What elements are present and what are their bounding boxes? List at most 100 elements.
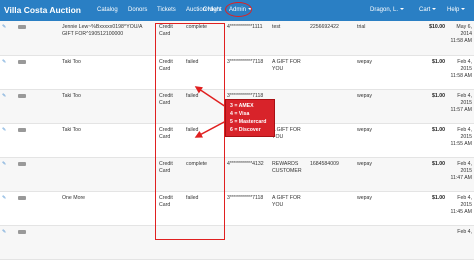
gateway: trial <box>355 21 412 56</box>
nav-donors[interactable]: Donors <box>128 0 147 21</box>
amount: $1.00 <box>412 55 447 90</box>
cart-link[interactable]: Cart <box>419 0 437 21</box>
edit-icon[interactable]: ✎ <box>0 225 16 260</box>
payment-method: Credit Card <box>157 55 184 90</box>
payment-status: complete <box>184 21 225 56</box>
gateway <box>355 225 412 260</box>
order-row: ✎ Credit Card complete 4***********4132 REWA… <box>0 157 474 192</box>
order-row: ✎ Feb 4, <box>0 225 474 260</box>
help-link[interactable]: Help <box>447 0 466 21</box>
payment-status: failed <box>184 89 225 124</box>
gateway: wepay <box>355 191 412 226</box>
edit-icon[interactable]: ✎ <box>0 21 16 56</box>
order-note: test <box>270 21 308 56</box>
order-row: ✎ One More Credit Card failed 3***********71… <box>0 191 474 226</box>
buyer-name: Jennie Lew~%Bxxxxx0198^YOU/A GIFT FOR^19… <box>60 21 157 56</box>
order-date: Feb 4, 2015 11:47 AM <box>447 157 474 192</box>
edit-icon[interactable]: ✎ <box>0 157 16 192</box>
legend-line-visa: 4 = Visa <box>230 111 250 117</box>
status-pill <box>16 21 60 56</box>
legend-line-discover: 6 = Discover <box>230 127 261 133</box>
brand-link[interactable]: Villa Costa Auction <box>4 0 81 21</box>
amount <box>412 225 447 260</box>
amount: $1.00 <box>412 157 447 192</box>
amount: $1.00 <box>412 123 447 158</box>
payment-method: Credit Card <box>157 21 184 56</box>
status-pill <box>16 157 60 192</box>
order-row: ✎ Jennie Lew~%Bxxxxx0198^YOU/A GIFT FOR^1… <box>0 21 474 56</box>
status-pill <box>16 191 60 226</box>
card-number: 3***********7118 <box>225 55 270 90</box>
payment-method <box>157 225 184 260</box>
transaction-ref: 1684584009 <box>308 157 355 192</box>
pill-icon <box>18 195 26 200</box>
gateway: wepay <box>355 89 412 124</box>
nav-orders[interactable]: Orders <box>203 0 221 21</box>
gateway: wepay <box>355 123 412 158</box>
card-number: 4***********4132 <box>225 157 270 192</box>
pill-icon <box>18 25 26 29</box>
payment-status <box>184 225 225 260</box>
order-note <box>270 89 308 124</box>
buyer-name <box>60 225 157 260</box>
edit-icon[interactable]: ✎ <box>0 55 16 90</box>
order-note: A GIFT FOR YOU <box>270 191 308 226</box>
payment-status: failed <box>184 123 225 158</box>
payment-status: failed <box>184 191 225 226</box>
gateway: wepay <box>355 157 412 192</box>
user-name: Dragon, L. <box>370 7 399 13</box>
status-pill <box>16 225 60 260</box>
top-navbar: Villa Costa Auction Catalog Donors Ticke… <box>0 0 474 22</box>
legend-line-amex: 3 = AMEX <box>230 103 254 109</box>
nav-catalog[interactable]: Catalog <box>97 0 118 21</box>
amount: $1.00 <box>412 191 447 226</box>
chevron-down-icon <box>461 8 466 11</box>
transaction-ref <box>308 89 355 124</box>
card-number <box>225 225 270 260</box>
card-type-legend: 3 = AMEX 4 = Visa 5 = Mastercard 6 = Dis… <box>225 99 275 137</box>
nav-tickets[interactable]: Tickets <box>157 0 176 21</box>
status-pill <box>16 123 60 158</box>
admin-highlight-circle <box>225 2 252 17</box>
order-date: Feb 4, 2015 11:45 AM <box>447 191 474 226</box>
order-date: Feb 4, 2015 11:58 AM <box>447 55 474 90</box>
card-number: 4***********1111 <box>225 21 270 56</box>
pill-icon <box>18 93 26 98</box>
edit-icon[interactable]: ✎ <box>0 89 16 124</box>
user-menu[interactable]: Dragon, L. <box>370 0 405 21</box>
edit-icon[interactable]: ✎ <box>0 191 16 226</box>
order-date: Feb 4, 2015 11:55 AM <box>447 123 474 158</box>
order-note: A GIFT FOR YOU <box>270 55 308 90</box>
order-note <box>270 225 308 260</box>
transaction-ref <box>308 123 355 158</box>
order-date: May 6, 2014 11:58 AM <box>447 21 474 56</box>
gateway: wepay <box>355 55 412 90</box>
orders-table: ✎ Jennie Lew~%Bxxxxx0198^YOU/A GIFT FOR^1… <box>0 21 474 260</box>
pill-icon <box>18 59 26 64</box>
transaction-ref: 2256692422 <box>308 21 355 56</box>
status-pill <box>16 89 60 124</box>
legend-line-mastercard: 5 = Mastercard <box>230 119 267 125</box>
cart-label: Cart <box>419 7 431 13</box>
order-row: ✎ Taki Too Credit Card failed 3***********71… <box>0 55 474 90</box>
payment-method: Credit Card <box>157 191 184 226</box>
payment-method: Credit Card <box>157 157 184 192</box>
chevron-down-icon <box>432 8 437 11</box>
pill-icon <box>18 127 26 132</box>
payment-status: complete <box>184 157 225 192</box>
help-label: Help <box>447 7 460 13</box>
payment-status: failed <box>184 55 225 90</box>
buyer-name: Taki Too <box>60 89 157 124</box>
transaction-ref <box>308 191 355 226</box>
order-date: Feb 4, 2015 11:57 AM <box>447 89 474 124</box>
buyer-name: One More <box>60 191 157 226</box>
edit-icon[interactable]: ✎ <box>0 123 16 158</box>
buyer-name: Taki Too <box>60 55 157 90</box>
order-date: Feb 4, <box>447 225 474 260</box>
transaction-ref <box>308 225 355 260</box>
chevron-down-icon <box>400 8 405 11</box>
status-pill <box>16 55 60 90</box>
payment-method: Credit Card <box>157 123 184 158</box>
card-number: 3***********7118 <box>225 191 270 226</box>
amount: $1.00 <box>412 89 447 124</box>
